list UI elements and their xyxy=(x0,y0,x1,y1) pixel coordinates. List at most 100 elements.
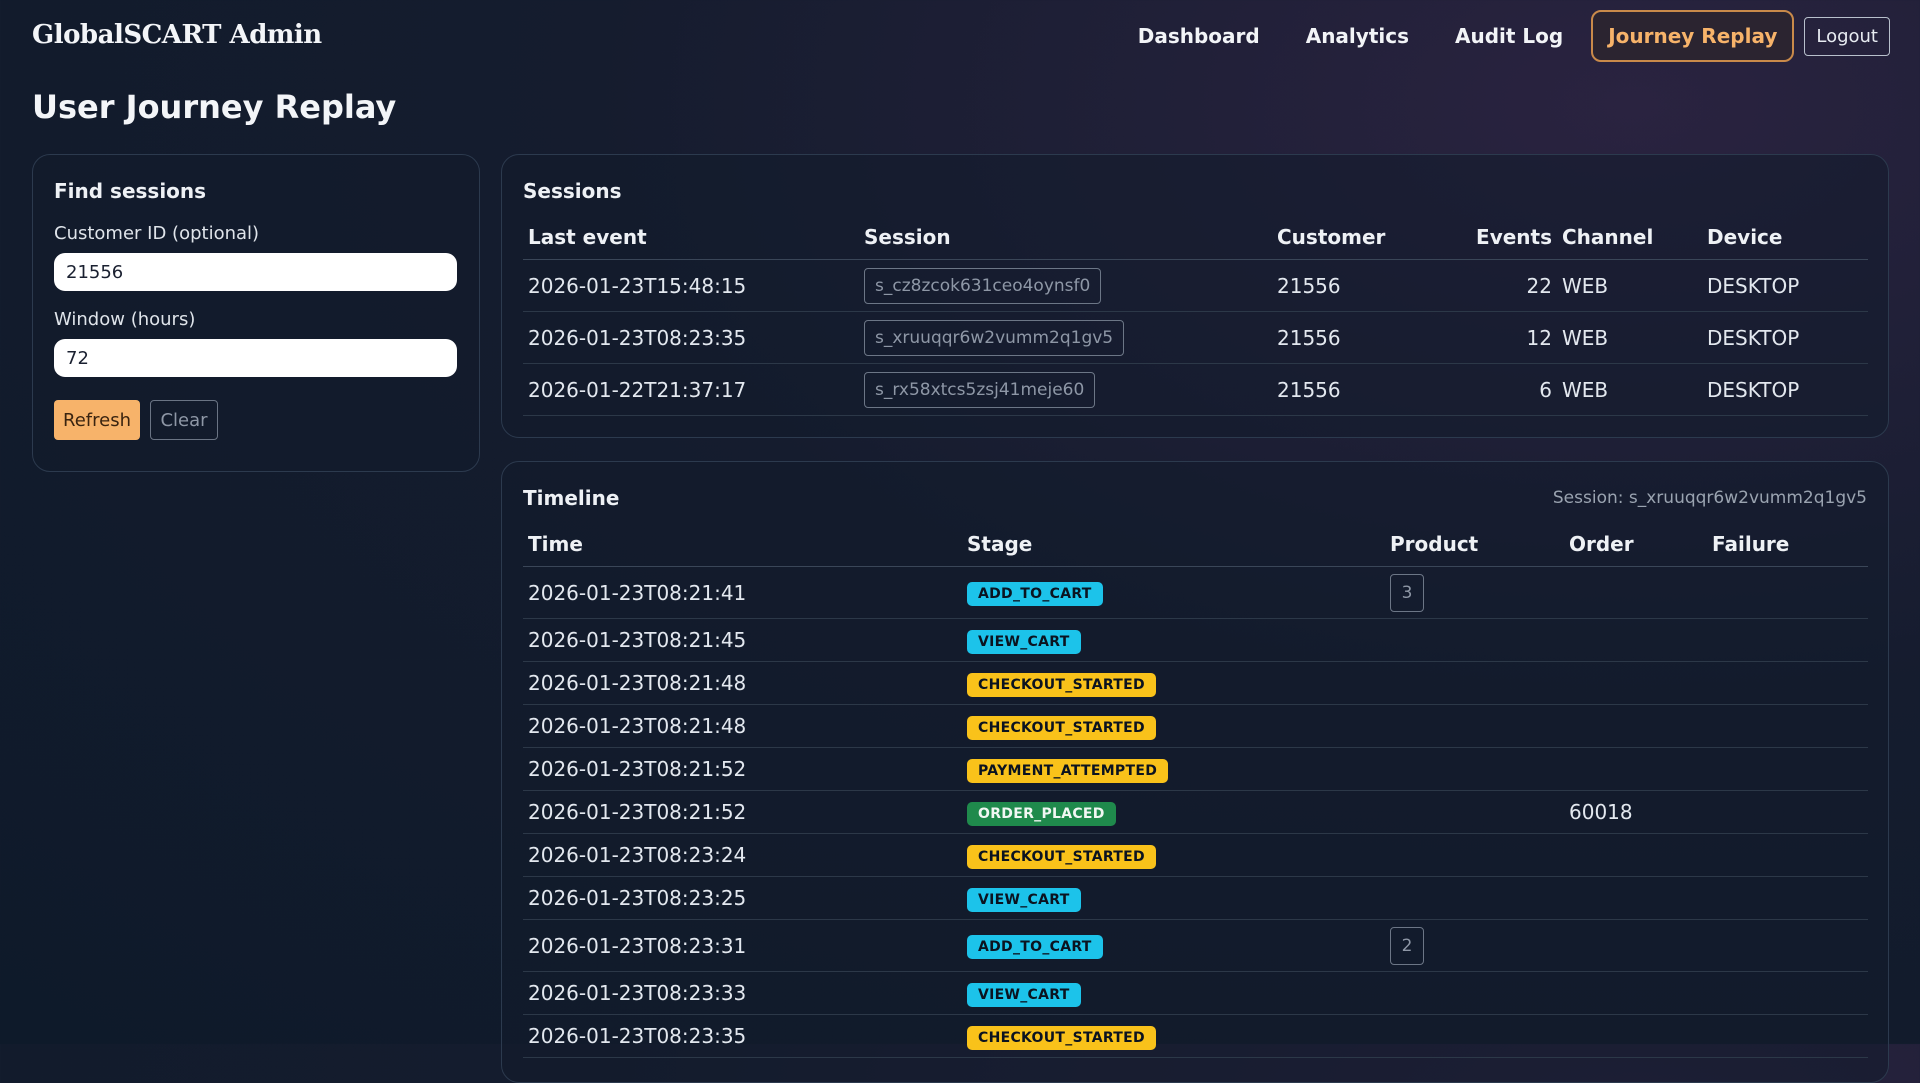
event-time: 2026-01-23T08:21:48 xyxy=(523,661,962,705)
stage-badge: CHECKOUT_STARTED xyxy=(967,844,1156,869)
event-time: 2026-01-23T08:21:52 xyxy=(523,747,962,791)
sessions-card: Sessions Last event Session Customer Eve… xyxy=(501,154,1889,438)
event-order xyxy=(1564,704,1707,748)
session-id-chip[interactable]: s_rx58xtcs5zsj41meje60 xyxy=(864,371,1096,408)
event-stage-cell: PAYMENT_ATTEMPTED xyxy=(962,747,1385,791)
col-stage[interactable]: Stage xyxy=(962,522,1385,567)
product-chip[interactable]: 2 xyxy=(1390,926,1424,965)
col-events[interactable]: Events xyxy=(1464,215,1557,260)
find-sessions-title: Find sessions xyxy=(54,179,207,203)
event-failure xyxy=(1707,661,1868,705)
session-customer: 21556 xyxy=(1272,363,1464,416)
event-failure xyxy=(1707,790,1868,834)
col-customer[interactable]: Customer xyxy=(1272,215,1464,260)
session-row[interactable]: 2026-01-22T21:37:17 s_rx58xtcs5zsj41meje… xyxy=(523,363,1868,416)
timeline-table: Time Stage Product Order Failure 2026-01… xyxy=(523,522,1868,1058)
event-product-cell: 3 xyxy=(1385,566,1564,619)
event-time: 2026-01-23T08:23:24 xyxy=(523,833,962,877)
event-time: 2026-01-23T08:21:48 xyxy=(523,704,962,748)
event-stage-cell: ADD_TO_CART xyxy=(962,566,1385,619)
session-events: 6 xyxy=(1464,363,1557,416)
stage-badge: ADD_TO_CART xyxy=(967,582,1103,606)
col-last-event[interactable]: Last event xyxy=(523,215,859,260)
session-id-chip[interactable]: s_xruuqqr6w2vumm2q1gv5 xyxy=(864,319,1125,356)
col-product[interactable]: Product xyxy=(1385,522,1564,567)
session-last-event: 2026-01-23T08:23:35 xyxy=(523,311,859,364)
find-sessions-card: Find sessions Customer ID (optional) Win… xyxy=(32,154,480,472)
nav-journey-replay[interactable]: Journey Replay xyxy=(1591,10,1795,62)
product-chip[interactable]: 3 xyxy=(1390,573,1424,612)
event-product-cell xyxy=(1385,618,1564,662)
brand-logo[interactable]: GlobalSCART Admin xyxy=(32,20,322,50)
event-failure xyxy=(1707,919,1868,972)
window-hours-label: Window (hours) xyxy=(54,309,196,330)
col-channel[interactable]: Channel xyxy=(1557,215,1702,260)
timeline-row: 2026-01-23T08:21:52 PAYMENT_ATTEMPTED xyxy=(523,747,1868,791)
event-failure xyxy=(1707,876,1868,920)
col-device[interactable]: Device xyxy=(1702,215,1868,260)
event-time: 2026-01-23T08:21:45 xyxy=(523,618,962,662)
event-stage-cell: ADD_TO_CART xyxy=(962,919,1385,972)
timeline-row: 2026-01-23T08:23:31 ADD_TO_CART 2 xyxy=(523,919,1868,972)
timeline-session-label: Session: s_xruuqqr6w2vumm2q1gv5 xyxy=(1552,488,1867,508)
customer-id-input[interactable] xyxy=(54,253,457,291)
event-time: 2026-01-23T08:21:41 xyxy=(523,566,962,619)
timeline-row: 2026-01-23T08:23:35 CHECKOUT_STARTED xyxy=(523,1014,1868,1058)
session-customer: 21556 xyxy=(1272,259,1464,312)
session-device: DESKTOP xyxy=(1702,311,1868,364)
nav-analytics[interactable]: Analytics xyxy=(1306,24,1409,48)
clear-button[interactable]: Clear xyxy=(150,400,218,440)
session-row[interactable]: 2026-01-23T15:48:15 s_cz8zcok631ceo4oyns… xyxy=(523,259,1868,312)
col-session[interactable]: Session xyxy=(859,215,1272,260)
event-order xyxy=(1564,618,1707,662)
event-time: 2026-01-23T08:23:25 xyxy=(523,876,962,920)
event-order xyxy=(1564,833,1707,877)
event-time: 2026-01-23T08:23:35 xyxy=(523,1014,962,1058)
event-failure xyxy=(1707,833,1868,877)
event-failure xyxy=(1707,747,1868,791)
session-channel: WEB xyxy=(1557,259,1702,312)
timeline-header-row: Time Stage Product Order Failure xyxy=(523,522,1868,567)
stage-badge: VIEW_CART xyxy=(967,629,1081,654)
timeline-row: 2026-01-23T08:21:48 CHECKOUT_STARTED xyxy=(523,661,1868,705)
event-product-cell xyxy=(1385,971,1564,1015)
event-stage-cell: VIEW_CART xyxy=(962,618,1385,662)
event-stage-cell: VIEW_CART xyxy=(962,971,1385,1015)
top-bar: GlobalSCART Admin Dashboard Analytics Au… xyxy=(0,0,1920,75)
event-stage-cell: CHECKOUT_STARTED xyxy=(962,704,1385,748)
session-id-cell: s_rx58xtcs5zsj41meje60 xyxy=(859,363,1272,416)
event-product-cell xyxy=(1385,833,1564,877)
stage-badge: VIEW_CART xyxy=(967,982,1081,1007)
event-product-cell xyxy=(1385,1014,1564,1058)
session-row[interactable]: 2026-01-23T08:23:35 s_xruuqqr6w2vumm2q1g… xyxy=(523,311,1868,364)
event-order xyxy=(1564,747,1707,791)
col-time[interactable]: Time xyxy=(523,522,962,567)
event-product-cell xyxy=(1385,790,1564,834)
event-failure xyxy=(1707,1014,1868,1058)
col-order[interactable]: Order xyxy=(1564,522,1707,567)
session-events: 22 xyxy=(1464,259,1557,312)
event-order xyxy=(1564,1014,1707,1058)
event-order xyxy=(1564,566,1707,619)
timeline-card: Timeline Session: s_xruuqqr6w2vumm2q1gv5… xyxy=(501,461,1889,1083)
refresh-button[interactable]: Refresh xyxy=(54,400,140,440)
logout-button[interactable]: Logout xyxy=(1804,16,1890,56)
stage-badge: VIEW_CART xyxy=(967,887,1081,912)
event-stage-cell: CHECKOUT_STARTED xyxy=(962,661,1385,705)
event-order xyxy=(1564,971,1707,1015)
stage-badge: ADD_TO_CART xyxy=(967,935,1103,959)
stage-badge: CHECKOUT_STARTED xyxy=(967,715,1156,740)
event-product-cell xyxy=(1385,876,1564,920)
event-product-cell xyxy=(1385,747,1564,791)
timeline-row: 2026-01-23T08:21:41 ADD_TO_CART 3 xyxy=(523,566,1868,619)
col-failure[interactable]: Failure xyxy=(1707,522,1868,567)
nav-audit-log[interactable]: Audit Log xyxy=(1455,24,1563,48)
event-stage-cell: CHECKOUT_STARTED xyxy=(962,833,1385,877)
sessions-table: Last event Session Customer Events Chann… xyxy=(523,215,1868,416)
session-id-chip[interactable]: s_cz8zcok631ceo4oynsf0 xyxy=(864,267,1102,304)
customer-id-label: Customer ID (optional) xyxy=(54,223,260,244)
nav-dashboard[interactable]: Dashboard xyxy=(1138,24,1260,48)
event-order xyxy=(1564,661,1707,705)
timeline-row: 2026-01-23T08:21:48 CHECKOUT_STARTED xyxy=(523,704,1868,748)
window-hours-input[interactable] xyxy=(54,339,457,377)
